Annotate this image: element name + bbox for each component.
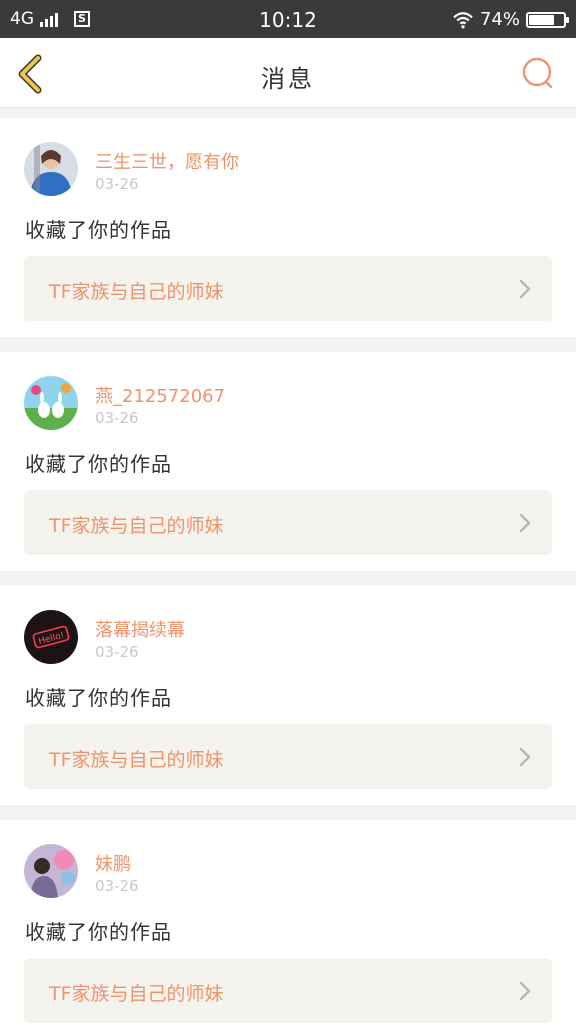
page-title: 消息 [261,65,315,93]
user-avatar-icon[interactable] [24,142,78,196]
message-action: 收藏了你的作品 [25,452,172,476]
work-link[interactable]: TF家族与自己的师妹 [24,724,552,789]
status-bar: 4G S 10:12 74% [0,0,576,38]
message-action: 收藏了你的作品 [25,218,172,242]
message-date: 03-26 [95,175,139,193]
nav-bar: 消息 [0,38,576,108]
message-date: 03-26 [95,643,139,661]
battery-percent: 74% [479,9,520,30]
work-link[interactable]: TF家族与自己的师妹 [24,490,552,555]
user-avatar-icon[interactable] [24,376,78,430]
work-title: TF家族与自己的师妹 [49,515,224,537]
work-title: TF家族与自己的师妹 [49,281,224,303]
work-title: TF家族与自己的师妹 [49,749,224,771]
chevron-right-icon [519,747,531,767]
message-card: Hello! 落幕揭续幕 03-26 收藏了你的作品 TF家族与自己的师妹 [0,586,576,805]
username[interactable]: 落幕揭续幕 [95,616,185,642]
battery-icon [526,11,569,28]
message-list: 三生三世，愿有你 03-26 收藏了你的作品 TF家族与自己的师妹 燕_2125… [0,118,576,1024]
chevron-right-icon [519,279,531,299]
message-card: 妹鹏 03-26 收藏了你的作品 TF家族与自己的师妹 [0,820,576,1024]
message-action: 收藏了你的作品 [25,686,172,710]
message-card: 燕_212572067 03-26 收藏了你的作品 TF家族与自己的师妹 [0,352,576,571]
username[interactable]: 妹鹏 [95,850,131,876]
chevron-right-icon [519,513,531,533]
user-avatar-icon[interactable]: Hello! [24,610,78,664]
work-link[interactable]: TF家族与自己的师妹 [24,256,552,321]
status-right: 74% [452,9,569,30]
work-title: TF家族与自己的师妹 [49,983,224,1005]
chevron-right-icon [519,981,531,1001]
search-icon[interactable] [520,55,556,91]
user-avatar-icon[interactable] [24,844,78,898]
message-card: 三生三世，愿有你 03-26 收藏了你的作品 TF家族与自己的师妹 [0,118,576,337]
work-link[interactable]: TF家族与自己的师妹 [24,958,552,1023]
message-date: 03-26 [95,409,139,427]
message-action: 收藏了你的作品 [25,920,172,944]
wifi-icon [453,11,473,28]
battery-fill [529,14,555,25]
message-date: 03-26 [95,877,139,895]
username[interactable]: 燕_212572067 [95,382,225,408]
username[interactable]: 三生三世，愿有你 [95,148,239,174]
